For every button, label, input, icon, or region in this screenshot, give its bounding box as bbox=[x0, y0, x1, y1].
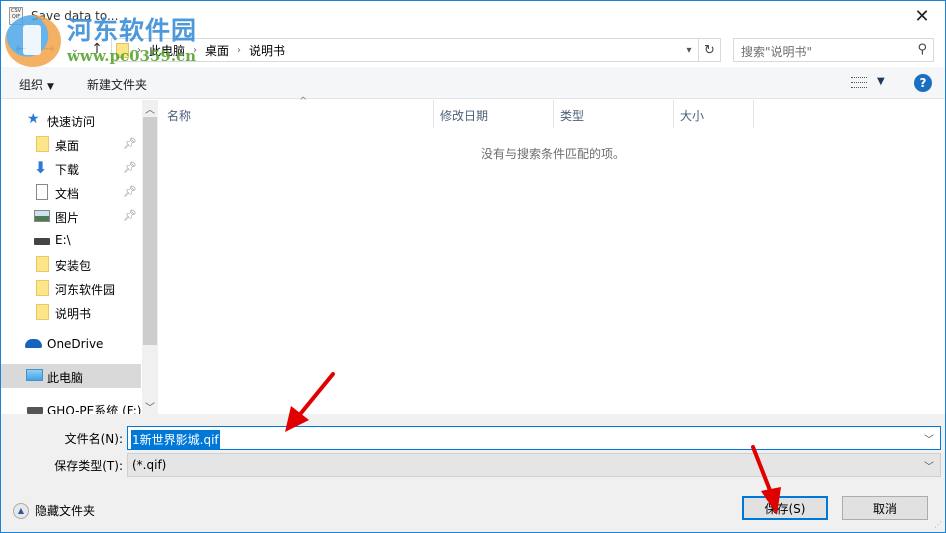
view-details-icon[interactable] bbox=[851, 76, 867, 89]
drive-icon bbox=[27, 407, 43, 414]
sidebar-item-onedrive[interactable]: OneDrive bbox=[1, 332, 141, 356]
download-icon: ⬇ bbox=[34, 158, 48, 177]
filetype-select[interactable]: (*.qif) ﹀ bbox=[127, 453, 941, 477]
new-folder-button[interactable]: 新建文件夹 bbox=[87, 76, 147, 93]
refresh-button[interactable]: ↻ bbox=[698, 39, 720, 61]
column-header-name[interactable]: 名称 ^ bbox=[161, 96, 434, 128]
scroll-down-icon[interactable]: ﹀ bbox=[142, 398, 158, 414]
refresh-icon: ↻ bbox=[704, 42, 715, 58]
forward-arrow-icon: → bbox=[43, 41, 55, 57]
column-header-type[interactable]: 类型 bbox=[554, 100, 674, 128]
up-button[interactable]: ↑ bbox=[87, 39, 107, 59]
pin-icon[interactable]: 📌︎ bbox=[123, 161, 137, 174]
sidebar-item-drive-e[interactable]: E:\ bbox=[1, 228, 141, 252]
chevron-down-icon: ▾ bbox=[686, 44, 692, 56]
back-arrow-icon: ← bbox=[15, 41, 27, 57]
close-button[interactable]: ✕ bbox=[899, 1, 945, 31]
filename-input[interactable]: 1新世界影城.qif ﹀ bbox=[127, 426, 941, 450]
forward-button[interactable]: → bbox=[39, 39, 59, 59]
star-icon: ★ bbox=[27, 111, 40, 127]
filename-value: 1新世界影城.qif bbox=[131, 430, 220, 449]
command-toolbar: 组织 ▼ 新建文件夹 ▼ ? bbox=[1, 67, 945, 99]
sidebar-item-install-packages[interactable]: 安装包 bbox=[1, 252, 141, 276]
breadcrumb-manual[interactable]: 说明书 bbox=[249, 42, 285, 59]
search-input[interactable]: 搜索"说明书" ⚲ bbox=[733, 38, 934, 62]
folder-icon bbox=[36, 304, 49, 320]
scroll-up-icon[interactable]: ︿ bbox=[142, 100, 158, 116]
folder-icon bbox=[116, 42, 129, 58]
navigation-pane: ★ 快速访问 桌面 📌︎ ⬇ 下载 📌︎ 文档 📌︎ 图片 📌︎ E:\ 安装包… bbox=[1, 100, 158, 414]
breadcrumb-desktop[interactable]: 桌面 bbox=[205, 42, 229, 59]
empty-message: 没有与搜索条件匹配的项。 bbox=[481, 147, 626, 161]
save-button[interactable]: 保存(S) bbox=[742, 496, 828, 520]
computer-icon bbox=[26, 369, 43, 381]
hide-folders-label: 隐藏文件夹 bbox=[35, 504, 96, 518]
filetype-label: 保存类型(T): bbox=[54, 459, 123, 473]
organize-label: 组织 bbox=[19, 78, 44, 92]
help-icon[interactable]: ? bbox=[914, 74, 932, 92]
pin-icon[interactable]: 📌︎ bbox=[123, 137, 137, 150]
app-icon: CSV QIF bbox=[9, 7, 23, 25]
sidebar-item-documents[interactable]: 文档 📌︎ bbox=[1, 180, 141, 204]
pictures-icon bbox=[34, 210, 50, 222]
title-bar: CSV QIF Save data to... ✕ bbox=[1, 1, 945, 33]
save-dialog: CSV QIF Save data to... ✕ 河东软件园 www.pc035… bbox=[0, 0, 946, 533]
drive-icon bbox=[34, 238, 50, 245]
document-icon bbox=[36, 184, 48, 200]
cancel-button[interactable]: 取消 bbox=[842, 496, 928, 520]
filename-label: 文件名(N): bbox=[64, 432, 123, 446]
sidebar-scrollbar[interactable]: ︿ ﹀ bbox=[142, 100, 158, 414]
address-bar[interactable]: › 此电脑 › 桌面 › 说明书 ▾ ↻ bbox=[111, 38, 721, 62]
save-form: 文件名(N): 1新世界影城.qif ﹀ 保存类型(T): (*.qif) ﹀ … bbox=[1, 414, 945, 532]
column-header-date-modified[interactable]: 修改日期 bbox=[434, 100, 554, 128]
sidebar-item-downloads[interactable]: ⬇ 下载 📌︎ bbox=[1, 156, 141, 180]
sidebar-item-desktop[interactable]: 桌面 📌︎ bbox=[1, 132, 141, 156]
folder-icon bbox=[36, 256, 49, 272]
sidebar-item-pictures[interactable]: 图片 📌︎ bbox=[1, 204, 141, 228]
folder-icon bbox=[36, 280, 49, 296]
chevron-down-icon: ⌄ bbox=[70, 43, 80, 55]
up-arrow-icon: ↑ bbox=[91, 41, 103, 57]
chevron-right-icon[interactable]: › bbox=[137, 45, 141, 56]
scrollbar-thumb[interactable] bbox=[143, 117, 157, 345]
back-button[interactable]: ← bbox=[11, 39, 31, 59]
sidebar-item-hedong-software[interactable]: 河东软件园 bbox=[1, 276, 141, 300]
navigation-bar: ← → ⌄ ↑ › 此电脑 › 桌面 › 说明书 ▾ ↻ 搜索"说明书" ⚲ bbox=[1, 33, 945, 65]
sidebar-item-quick-access[interactable]: ★ 快速访问 bbox=[1, 108, 141, 132]
collapse-up-icon: ▲ bbox=[13, 502, 29, 519]
search-placeholder: 搜索"说明书" bbox=[741, 45, 813, 59]
resize-grip-icon[interactable]: ⋰ bbox=[934, 520, 942, 529]
pin-icon[interactable]: 📌︎ bbox=[123, 185, 137, 198]
breadcrumb-this-pc[interactable]: 此电脑 bbox=[149, 42, 185, 59]
chevron-down-icon[interactable]: ﹀ bbox=[924, 431, 934, 446]
window-title: Save data to... bbox=[31, 9, 119, 23]
close-icon: ✕ bbox=[914, 5, 930, 27]
view-options-caret-icon[interactable]: ▼ bbox=[877, 76, 885, 87]
sidebar-item-drive-f[interactable]: GHO-PE系统 (F:) bbox=[1, 397, 141, 414]
caret-down-icon: ▼ bbox=[47, 82, 54, 92]
recent-locations-button[interactable]: ⌄ bbox=[65, 39, 85, 59]
hide-folders-toggle[interactable]: ▲ 隐藏文件夹 bbox=[13, 502, 95, 519]
address-history-button[interactable]: ▾ bbox=[682, 39, 696, 61]
sidebar-item-this-pc[interactable]: 此电脑 bbox=[1, 364, 141, 388]
filetype-value: (*.qif) bbox=[132, 458, 167, 472]
pin-icon[interactable]: 📌︎ bbox=[123, 209, 137, 222]
organize-menu[interactable]: 组织 ▼ bbox=[19, 76, 54, 93]
column-header-size[interactable]: 大小 bbox=[674, 100, 754, 128]
chevron-right-icon[interactable]: › bbox=[237, 45, 241, 56]
sidebar-item-manual[interactable]: 说明书 bbox=[1, 300, 141, 324]
chevron-down-icon: ﹀ bbox=[924, 462, 934, 473]
cloud-icon bbox=[25, 339, 42, 348]
folder-icon bbox=[36, 136, 49, 152]
sort-ascending-icon: ^ bbox=[299, 96, 308, 107]
search-icon[interactable]: ⚲ bbox=[917, 42, 927, 57]
chevron-right-icon[interactable]: › bbox=[193, 45, 197, 56]
file-list: 名称 ^ 修改日期 类型 大小 没有与搜索条件匹配的项。 bbox=[161, 96, 945, 414]
